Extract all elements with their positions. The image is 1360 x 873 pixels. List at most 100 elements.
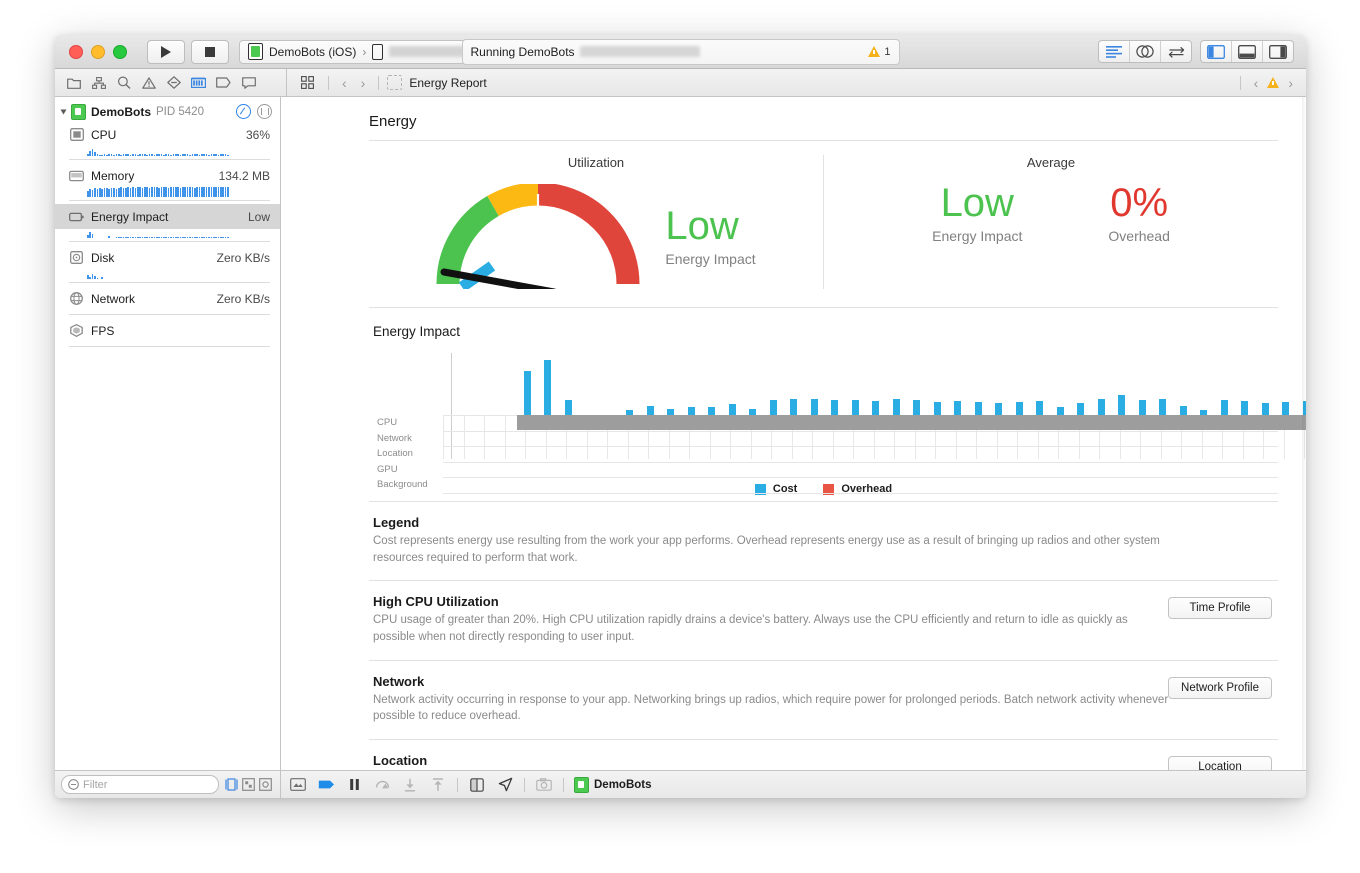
report-scroll-area[interactable]: Energy Utilization: [281, 97, 1306, 770]
standard-editor-button[interactable]: [1099, 41, 1130, 62]
version-editor-button[interactable]: [1161, 41, 1191, 62]
process-name: DemoBots: [91, 105, 151, 119]
next-issue-button[interactable]: ›: [1283, 75, 1298, 91]
energy-sparkline: [87, 227, 270, 238]
chart-bar-cost: [729, 404, 736, 415]
process-header[interactable]: DemoBots PID 5420: [55, 101, 280, 122]
document-icon: [387, 75, 402, 90]
view-debugging-icon[interactable]: [236, 104, 251, 119]
debug-flag-icon[interactable]: [317, 776, 335, 794]
cpu-sparkline: [87, 145, 270, 156]
info-section-action-button[interactable]: Network Profile: [1168, 677, 1272, 699]
debug-area-toggle-button[interactable]: [1232, 41, 1263, 62]
average-overhead-caption: Overhead: [1108, 228, 1169, 244]
close-button[interactable]: [69, 45, 83, 59]
debug-bar: DemoBots: [281, 770, 1306, 798]
minimize-button[interactable]: [91, 45, 105, 59]
info-section-action-button[interactable]: Location: [1168, 756, 1272, 770]
chart-bar-cost: [1282, 402, 1289, 415]
navigator-toggle-button[interactable]: [1201, 41, 1232, 62]
info-section: NetworkNetwork activity occurring in res…: [369, 661, 1278, 739]
info-section: High CPU Utilization CPU usage of greater…: [369, 581, 1278, 659]
chart-bar-cost: [995, 403, 1002, 415]
scope-system-icon[interactable]: [259, 778, 272, 791]
step-over-icon[interactable]: [373, 776, 391, 794]
report-navigator-icon[interactable]: [236, 72, 261, 94]
debug-navigator-icon[interactable]: [186, 72, 211, 94]
sidebar-item-disk[interactable]: Disk Zero KB/s: [55, 245, 280, 270]
sidebar-divider: [69, 346, 270, 347]
run-button[interactable]: [147, 40, 185, 64]
scope-user-icon[interactable]: [242, 778, 255, 791]
view-toggle-segmented-control[interactable]: [1200, 40, 1294, 63]
view-hierarchy-icon[interactable]: [289, 776, 307, 794]
search-input[interactable]: Filter: [61, 775, 219, 794]
issue-navigator-icon[interactable]: [136, 72, 161, 94]
disk-sparkline: [87, 268, 270, 279]
simulate-location-icon[interactable]: [468, 776, 486, 794]
chart-bar-cost: [626, 410, 633, 415]
sidebar-item-cpu[interactable]: CPU 36%: [55, 122, 280, 147]
location-arrow-icon[interactable]: [496, 776, 514, 794]
filter-icon: [68, 779, 79, 790]
scope-all-icon[interactable]: [225, 778, 238, 791]
summary-row: Utilization: [369, 141, 1278, 307]
info-section-title: High CPU Utilization: [373, 594, 1278, 609]
sidebar-item-fps[interactable]: FPS: [55, 318, 280, 343]
editor-mode-segmented-control[interactable]: [1098, 40, 1192, 63]
disclosure-triangle-icon[interactable]: [61, 109, 67, 114]
sidebar-item-network[interactable]: Network Zero KB/s: [55, 286, 280, 311]
navigator-filter-bar: Filter: [55, 770, 280, 798]
issue-stepper: ‹ ›: [1236, 75, 1306, 91]
utilities-toggle-button[interactable]: [1263, 41, 1293, 62]
project-navigator-icon[interactable]: [61, 72, 86, 94]
symbol-navigator-icon[interactable]: [86, 72, 111, 94]
chart-canvas: CPUNetworkLocationGPUBackground: [373, 353, 1278, 475]
step-into-icon[interactable]: [401, 776, 419, 794]
assistant-editor-button[interactable]: [1130, 41, 1161, 62]
sidebar-item-energy-impact[interactable]: Energy Impact Low: [55, 204, 280, 229]
process-pid: PID 5420: [156, 106, 204, 118]
status-warnings[interactable]: 1: [868, 46, 890, 58]
chart-bar-cost: [975, 402, 982, 415]
pause-icon[interactable]: [345, 776, 363, 794]
forward-button[interactable]: ›: [356, 75, 371, 91]
jumpbar-divider: [328, 76, 329, 90]
sidebar-item-network-value: Zero KB/s: [217, 292, 270, 306]
utilization-value-block: Low Energy Impact: [665, 207, 755, 267]
back-button[interactable]: ‹: [337, 75, 352, 91]
breakpoint-navigator-icon[interactable]: [211, 72, 236, 94]
screenshot-icon[interactable]: [535, 776, 553, 794]
chart-bar-cost: [954, 401, 961, 415]
test-navigator-icon[interactable]: [161, 72, 186, 94]
find-navigator-icon[interactable]: [111, 72, 136, 94]
chart-bar-cost: [1098, 399, 1105, 415]
info-section-text: Network activity occurring in response t…: [373, 692, 1173, 725]
previous-issue-button[interactable]: ‹: [1249, 75, 1264, 91]
sidebar-divider: [69, 241, 270, 242]
chart-bar-cost: [1221, 400, 1228, 415]
chart-bar-cost: [1241, 401, 1248, 415]
sidebar-item-memory-label: Memory: [91, 169, 134, 183]
memory-graph-icon[interactable]: [257, 104, 272, 119]
debug-process-item[interactable]: DemoBots: [574, 777, 652, 793]
sidebar-item-memory[interactable]: Memory 134.2 MB: [55, 163, 280, 188]
warning-icon[interactable]: [1267, 77, 1279, 88]
chart-bar-cost: [872, 401, 879, 415]
issue-divider: [1240, 76, 1241, 90]
chart-bar-cost: [934, 402, 941, 415]
chart-bar-cost: [1118, 395, 1125, 415]
chart-lane-label: Background: [377, 477, 439, 493]
run-stop-controls: [147, 40, 229, 64]
jumpbar-document-label[interactable]: Energy Report: [409, 76, 486, 90]
stop-button[interactable]: [191, 40, 229, 64]
step-out-icon[interactable]: [429, 776, 447, 794]
info-section-action-button[interactable]: Time Profile: [1168, 597, 1272, 619]
debug-bar-divider: [457, 778, 458, 792]
related-items-icon[interactable]: [295, 72, 320, 94]
traffic-lights[interactable]: [69, 45, 127, 59]
navigator-scroll-area[interactable]: DemoBots PID 5420 CPU 36%: [55, 97, 280, 770]
zoom-button[interactable]: [113, 45, 127, 59]
info-section-text: CPU usage of greater than 20%. High CPU …: [373, 612, 1173, 645]
chart-bar-cost: [647, 406, 654, 415]
